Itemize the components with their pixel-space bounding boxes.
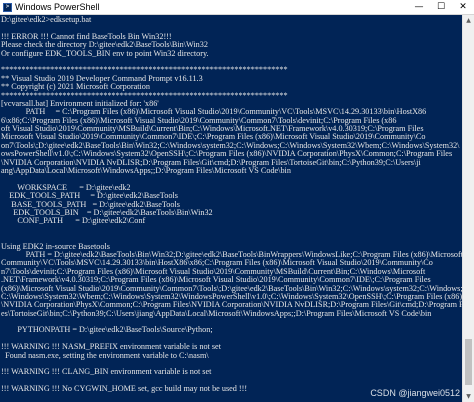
scrollbar-thumb[interactable] [465,339,472,385]
scroll-down-icon[interactable]: ▼ [463,391,474,402]
console-line: .NET\Framework\v4.0.30319;C:\Program Fil… [1,276,431,285]
close-button[interactable]: ✕ [452,0,474,14]
title-bar[interactable]: > Windows PowerShell — ☐ ✕ [0,0,474,15]
console-line: ** Copyright (c) 2021 Microsoft Corporat… [1,83,150,92]
console-line: ****************************************… [1,66,288,75]
console-line: C:\Windows\System32\Wbem;C:\Windows\Syst… [1,292,462,301]
console-line: owsPowerShell\v1.0\;C:\Windows\System32\… [1,150,453,159]
console-line: ** Visual Studio 2019 Developer Command … [1,74,203,83]
console-line: oft Visual Studio\2019\Community\MSBuild… [1,125,424,134]
console-line: Please check the directory D:\gitee\edk2… [1,41,208,50]
console-line: [vcvarsall.bat] Environment initialized … [1,99,159,108]
console-line: !!! WARNING !!! NASM_PREFIX environment … [1,343,221,352]
console-line: ****************************************… [1,91,288,100]
maximize-button[interactable]: ☐ [430,0,452,14]
powershell-icon[interactable]: > [3,2,12,12]
powershell-window: > Windows PowerShell — ☐ ✕ D:\gitee\edk2… [0,0,474,402]
console-line: on7\Tools\;D:\gitee\edk2\BaseTools\Bin\W… [1,141,460,150]
console-line: EDK_TOOLS_PATH = D:\gitee\edk2\BaseTools [1,192,178,201]
console-line: es\TortoiseGit\bin;C:\Python39;C:\Users\… [1,309,432,318]
console-line: 6\x86;C:\Program Files (x86)\Microsoft V… [1,116,397,125]
console-line: ang\AppData\Local\Microsoft\WindowsApps;… [1,167,291,176]
window-title: Windows PowerShell [15,2,100,12]
console-line: PATH = D:\gitee\edk2\BaseTools\Bin\Win32… [25,250,462,259]
console-line: !!! ERROR !!! Cannot find BaseTools Bin … [1,32,172,41]
console-line: D:\gitee\edk2>edksetup.bat [1,16,92,24]
console-line: CONF_PATH = D:\gitee\edk2\Conf [1,217,146,226]
scroll-up-icon[interactable]: ▲ [463,15,474,26]
console-line: Microsoft Visual Studio\2019\Community\C… [1,133,426,142]
console-output[interactable]: D:\gitee\edk2>edksetup.bat !!! ERROR !!! … [0,15,462,402]
console-line: PATH = C:\Program Files (x86)\Microsoft … [1,108,427,117]
window-controls: — ☐ ✕ [408,0,474,14]
minimize-button[interactable]: — [408,0,430,14]
console-line: \NVIDIA Corporation\NVIDIA NvDLISR;D:\Pr… [1,158,421,167]
console-line: Or configure EDK_TOOLS_BIN env to point … [1,49,209,58]
console-line: (x86)\Microsoft Visual Studio\2019\Commu… [1,284,462,293]
console-line: \NVIDIA Corporation\PhysX\Common;C:\Prog… [1,301,462,310]
csdn-watermark: CSDN @jiangwei0512 [370,388,460,398]
vertical-scrollbar[interactable]: ▲ ▼ [462,15,474,402]
console-line: Community\VC\Tools\MSVC\14.29.30133\bin\… [1,259,433,268]
console-line: n7\Tools\devinit;C:\Program Files (x86)\… [1,267,426,276]
console-line: PYTHONPATH = D:\gitee\edk2\BaseTools\Sou… [1,326,213,335]
console-line: Found nasm.exe, setting the environment … [1,351,209,360]
console-line: !!! WARNING !!! CLANG_BIN environment va… [1,368,212,377]
console-line: EDK_TOOLS_BIN = D:\gitee\edk2\BaseTools\… [1,208,213,217]
console-line: WORKSPACE = D:\gitee\edk2 [1,183,131,192]
console-line: Using EDK2 in-source Basetools [1,242,110,251]
console-line: BASE_TOOLS_PATH = D:\gitee\edk2\BaseTool… [1,200,180,209]
